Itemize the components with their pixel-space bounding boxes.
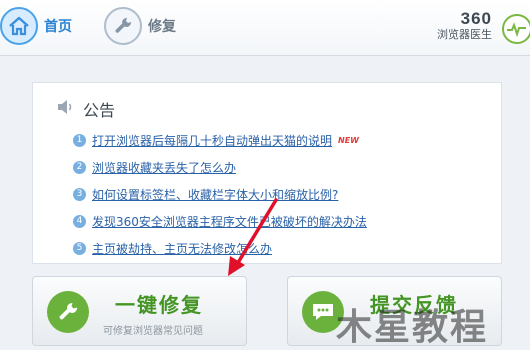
home-icon: [0, 7, 38, 45]
notice-header: 公告: [57, 97, 115, 121]
one-click-repair-button[interactable]: 一键修复 可修复浏览器常见问题: [32, 276, 247, 346]
tab-home[interactable]: 首页: [0, 2, 72, 50]
new-badge: NEW: [338, 136, 359, 145]
notice-number: 5: [73, 242, 86, 255]
notice-list: 1 打开浏览器后每隔几十秒自动弹出天猫的说明 NEW 2 浏览器收藏夹丢失了怎么…: [73, 127, 367, 262]
notice-item: 4 发现360安全浏览器主程序文件已被破坏的解决办法: [73, 208, 367, 235]
notice-item: 2 浏览器收藏夹丢失了怎么办: [73, 154, 367, 181]
repair-subtitle: 可修复浏览器常见问题: [103, 326, 203, 337]
notice-link[interactable]: 打开浏览器后每隔几十秒自动弹出天猫的说明: [92, 132, 332, 149]
notice-item: 1 打开浏览器后每隔几十秒自动弹出天猫的说明 NEW: [73, 127, 367, 154]
notice-link[interactable]: 发现360安全浏览器主程序文件已被破坏的解决办法: [92, 213, 367, 230]
notice-link[interactable]: 如何设置标签栏、收藏栏字体大小和缩放比例?: [92, 186, 338, 203]
watermark-text: 木星教程: [336, 306, 489, 347]
notice-panel: 公告 1 打开浏览器后每隔几十秒自动弹出天猫的说明 NEW 2 浏览器收藏夹丢失…: [32, 82, 502, 264]
tab-home-label: 首页: [44, 19, 72, 35]
notice-link[interactable]: 主页被劫持、主页无法修改怎么办: [92, 240, 272, 257]
notice-number: 4: [73, 215, 86, 228]
notice-number: 1: [73, 134, 86, 147]
brand-logo: 360 浏览器医生: [437, 10, 492, 42]
notice-title: 公告: [83, 101, 116, 120]
notice-item: 5 主页被劫持、主页无法修改怎么办: [73, 235, 367, 262]
tab-repair-label: 修复: [148, 19, 176, 35]
notice-number: 3: [73, 188, 86, 201]
tab-repair[interactable]: 修复: [104, 2, 176, 50]
repair-title: 一键修复: [115, 293, 203, 317]
notice-number: 2: [73, 161, 86, 174]
top-toolbar: 首页 修复 360 浏览器医生: [0, 0, 530, 56]
watermark: 木星教程: [336, 296, 530, 350]
brand-name: 浏览器医生: [437, 28, 492, 41]
wrench-icon: [104, 7, 142, 45]
heartbeat-badge-icon: [502, 14, 530, 44]
notice-item: 3 如何设置标签栏、收藏栏字体大小和缩放比例?: [73, 181, 367, 208]
brand-number: 360: [460, 9, 492, 28]
wrench-icon: [47, 291, 89, 333]
notice-link[interactable]: 浏览器收藏夹丢失了怎么办: [92, 159, 236, 176]
speaker-icon: [57, 99, 75, 119]
